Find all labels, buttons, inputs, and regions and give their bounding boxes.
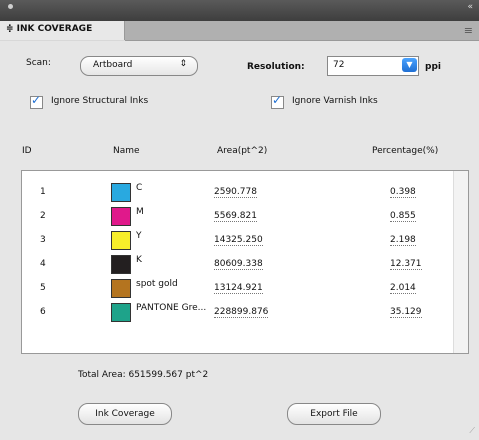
ignore-structural-label: Ignore Structural Inks xyxy=(51,96,149,106)
col-name[interactable]: Name xyxy=(113,146,140,156)
tab-label: ≑ INK COVERAGE xyxy=(6,24,93,34)
table-row[interactable]: 1 C 2590.778 0.398 xyxy=(22,180,452,204)
resize-grip-icon[interactable]: ⟋ xyxy=(469,426,475,436)
color-swatch xyxy=(111,207,131,226)
ink-table: 1 C 2590.778 0.398 2 M 5569.821 0.855 3 … xyxy=(21,170,469,354)
row-percentage: 12.371 xyxy=(390,259,422,270)
scan-value: Artboard xyxy=(93,60,133,70)
table-row[interactable]: 5 spot gold 13124.921 2.014 xyxy=(22,276,452,300)
row-area: 14325.250 xyxy=(214,235,263,246)
row-area: 80609.338 xyxy=(214,259,263,270)
collapse-icon[interactable]: « xyxy=(467,2,473,12)
color-swatch xyxy=(111,231,131,250)
row-id: 4 xyxy=(40,259,46,269)
row-id: 3 xyxy=(40,235,46,245)
row-area: 2590.778 xyxy=(214,187,257,198)
total-area: Total Area: 651599.567 pt^2 xyxy=(78,370,209,380)
row-area: 13124.921 xyxy=(214,283,263,294)
row-name: PANTONE Gre... xyxy=(136,303,207,313)
ignore-varnish-label: Ignore Varnish Inks xyxy=(292,96,378,106)
row-id: 2 xyxy=(40,211,46,221)
panel-menu-icon[interactable]: ≡ xyxy=(464,24,473,37)
table-scrollbar[interactable] xyxy=(453,171,468,353)
resolution-value: 72 xyxy=(333,60,345,70)
ignore-structural-checkbox[interactable] xyxy=(30,93,43,109)
close-dot-icon[interactable] xyxy=(8,4,13,9)
row-name: Y xyxy=(136,231,142,241)
row-percentage: 2.198 xyxy=(390,235,416,246)
color-swatch xyxy=(111,183,131,202)
color-swatch xyxy=(111,255,131,274)
row-id: 5 xyxy=(40,283,46,293)
row-percentage: 0.398 xyxy=(390,187,416,198)
ink-coverage-button[interactable]: Ink Coverage xyxy=(78,403,172,425)
col-area[interactable]: Area(pt^2) xyxy=(217,146,267,156)
table-row[interactable]: 3 Y 14325.250 2.198 xyxy=(22,228,452,252)
col-id[interactable]: ID xyxy=(22,146,32,156)
row-id: 1 xyxy=(40,187,46,197)
resolution-unit: ppi xyxy=(425,62,441,72)
tab-ink-coverage[interactable]: ≑ INK COVERAGE xyxy=(0,21,125,40)
ignore-varnish-checkbox[interactable] xyxy=(271,93,284,109)
table-row[interactable]: 4 K 80609.338 12.371 xyxy=(22,252,452,276)
scan-select[interactable]: Artboard ⇕ xyxy=(80,56,198,76)
resolution-dropdown-button[interactable]: ▼ xyxy=(402,58,417,72)
row-name: K xyxy=(136,255,142,265)
color-swatch xyxy=(111,303,131,322)
panel-titlebar[interactable]: « xyxy=(0,0,479,21)
row-name: M xyxy=(136,207,144,217)
row-name: C xyxy=(136,183,143,193)
row-id: 6 xyxy=(40,307,46,317)
table-row[interactable]: 2 M 5569.821 0.855 xyxy=(22,204,452,228)
row-name: spot gold xyxy=(136,279,178,289)
chevron-down-icon: ▼ xyxy=(406,60,413,69)
row-area: 5569.821 xyxy=(214,211,257,222)
scan-label: Scan: xyxy=(26,58,51,68)
row-area: 228899.876 xyxy=(214,307,269,318)
select-arrows-icon: ⇕ xyxy=(179,59,187,69)
table-row[interactable]: 6 PANTONE Gre... 228899.876 35.129 xyxy=(22,300,452,324)
tab-strip xyxy=(125,21,479,41)
export-file-button[interactable]: Export File xyxy=(287,403,381,425)
color-swatch xyxy=(111,279,131,298)
row-percentage: 35.129 xyxy=(390,307,422,318)
row-percentage: 0.855 xyxy=(390,211,416,222)
resolution-label: Resolution: xyxy=(247,62,305,72)
col-percentage[interactable]: Percentage(%) xyxy=(372,146,438,156)
row-percentage: 2.014 xyxy=(390,283,416,294)
